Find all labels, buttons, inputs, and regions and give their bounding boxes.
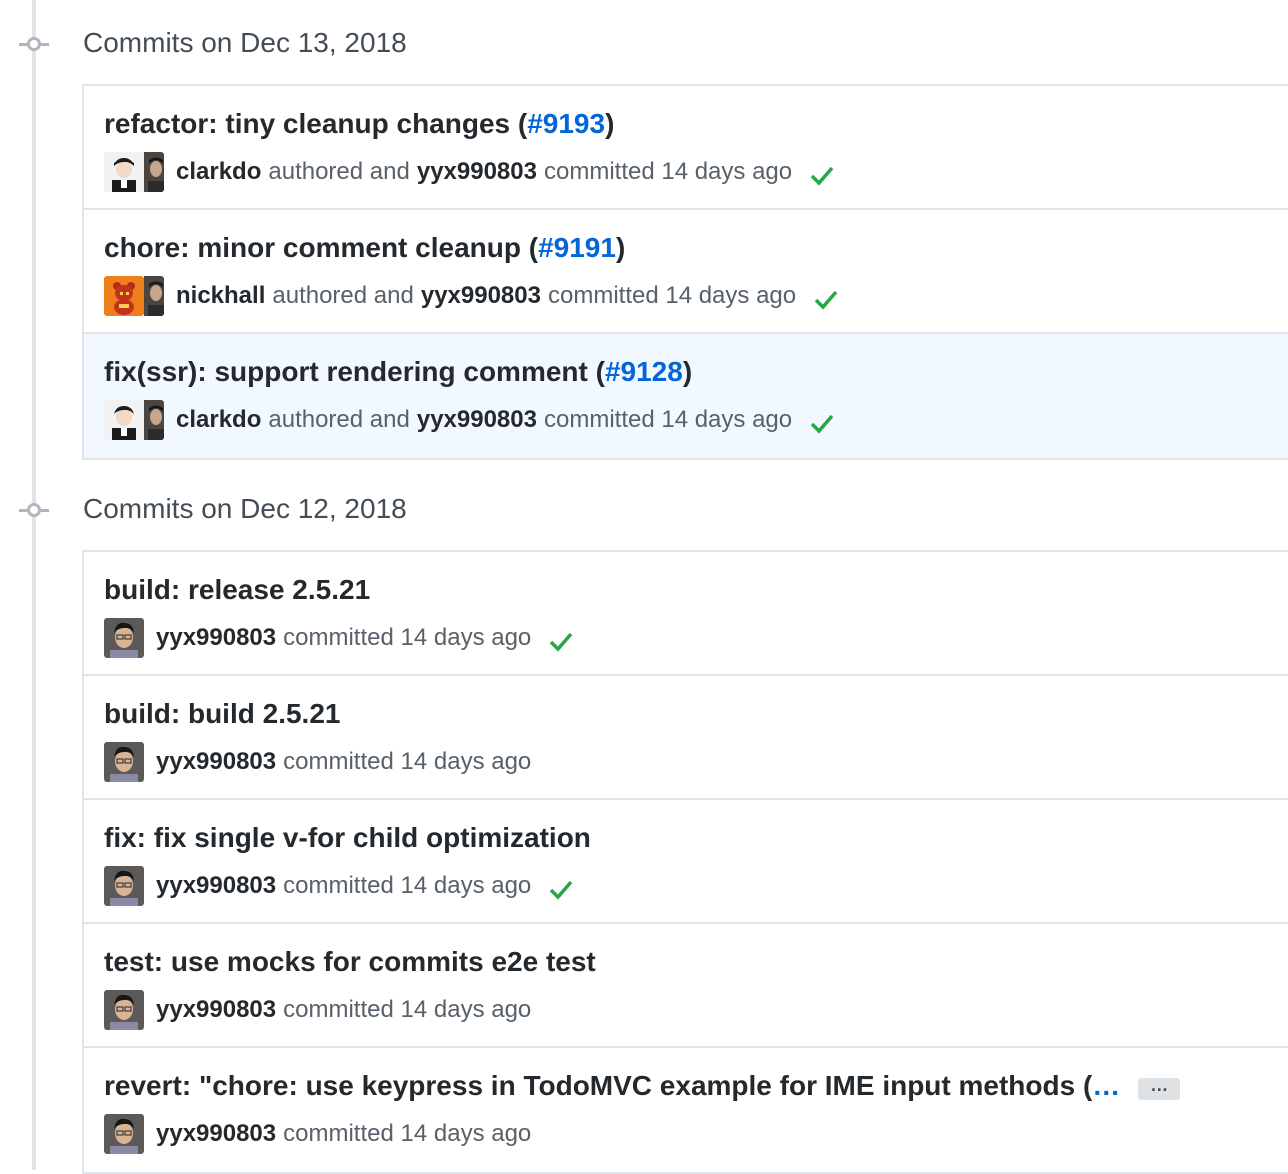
commit-list: refactor: tiny cleanup changes (#9193) c… xyxy=(82,84,1288,460)
commit-message-end: ) xyxy=(605,108,615,139)
pr-link[interactable]: #9193 xyxy=(527,108,605,139)
avatar-stack[interactable] xyxy=(104,400,164,440)
pr-link[interactable]: #9191 xyxy=(538,232,616,263)
committed-label: committed 14 days ago xyxy=(283,1120,532,1147)
commit-item: chore: minor comment cleanup (#9191) nic… xyxy=(84,210,1288,334)
commit-attribution: yyx990803 committed 14 days ago xyxy=(156,624,574,652)
avatar-nickhall[interactable] xyxy=(104,276,144,316)
avatar-stack[interactable] xyxy=(104,618,144,658)
committed-label: committed 14 days ago xyxy=(283,872,532,899)
commit-meta: yyx990803 committed 14 days ago xyxy=(104,1114,538,1154)
commit-item: fix(ssr): support rendering comment (#91… xyxy=(84,334,1288,458)
commit-meta: yyx990803 committed 14 days ago xyxy=(104,742,538,782)
check-icon[interactable] xyxy=(548,876,574,902)
commit-group-title: Commits on Dec 12, 2018 xyxy=(83,493,407,524)
git-commit-icon xyxy=(19,37,49,51)
author-link[interactable]: nickhall xyxy=(176,282,265,310)
commit-attribution: clarkdo authored and yyx990803 committed… xyxy=(176,406,835,434)
commit-meta: nickhall authored and yyx990803 committe… xyxy=(104,276,839,316)
commit-meta: yyx990803 committed 14 days ago xyxy=(104,866,574,906)
pr-link[interactable]: #9128 xyxy=(605,356,683,387)
committer-link[interactable]: yyx990803 xyxy=(156,1120,276,1148)
timeline-line xyxy=(32,0,36,1170)
commit-attribution: yyx990803 committed 14 days ago xyxy=(156,996,538,1024)
commit-attribution: yyx990803 committed 14 days ago xyxy=(156,1120,538,1148)
committer-link[interactable]: yyx990803 xyxy=(421,282,541,310)
commit-message-truncated[interactable]: … xyxy=(1092,1070,1120,1101)
commit-title[interactable]: revert: "chore: use keypress in TodoMVC … xyxy=(104,1070,1181,1104)
commit-group-title: Commits on Dec 13, 2018 xyxy=(83,27,407,58)
committed-label: committed 14 days ago xyxy=(543,158,793,185)
committer-link[interactable]: yyx990803 xyxy=(417,158,537,186)
commit-title[interactable]: build: build 2.5.21 xyxy=(104,698,340,730)
check-icon[interactable] xyxy=(809,410,835,436)
author-link[interactable]: clarkdo xyxy=(176,406,261,434)
avatar-yyx990803[interactable] xyxy=(104,742,144,782)
commit-title[interactable]: fix(ssr): support rendering comment (#91… xyxy=(104,356,692,388)
commit-message[interactable]: fix(ssr): support rendering comment ( xyxy=(104,356,605,387)
commit-message-end: ) xyxy=(615,232,626,263)
avatar-yyx990803[interactable] xyxy=(104,618,144,658)
avatar-yyx990803-small[interactable] xyxy=(144,276,164,316)
commit-meta: yyx990803 committed 14 days ago xyxy=(104,618,574,658)
avatar-clarkdo[interactable] xyxy=(104,152,144,192)
avatar-yyx990803[interactable] xyxy=(104,990,144,1030)
avatar-stack[interactable] xyxy=(104,152,164,192)
commit-item: test: use mocks for commits e2e test yyx… xyxy=(84,924,1288,1048)
committed-label: committed 14 days ago xyxy=(547,282,797,309)
avatar-stack[interactable] xyxy=(104,742,144,782)
git-commit-icon xyxy=(19,503,49,517)
commit-title[interactable]: test: use mocks for commits e2e test xyxy=(104,946,596,978)
commit-title[interactable]: refactor: tiny cleanup changes (#9193) xyxy=(104,108,614,140)
commit-attribution: yyx990803 committed 14 days ago xyxy=(156,872,574,900)
committer-link[interactable]: yyx990803 xyxy=(156,748,276,776)
avatar-yyx990803-small[interactable] xyxy=(144,152,164,192)
avatar-clarkdo[interactable] xyxy=(104,400,144,440)
ellipsis-icon[interactable]: … xyxy=(1138,1076,1181,1100)
check-icon[interactable] xyxy=(809,162,835,188)
authored-label: authored and xyxy=(272,282,414,309)
commit-title[interactable]: chore: minor comment cleanup (#9191) xyxy=(104,232,625,264)
committed-label: committed 14 days ago xyxy=(543,406,793,433)
committer-link[interactable]: yyx990803 xyxy=(156,872,276,900)
avatar-stack[interactable] xyxy=(104,1114,144,1154)
commit-timeline: Commits on Dec 13, 2018 refactor: tiny c… xyxy=(0,0,1288,1174)
avatar-yyx990803-small[interactable] xyxy=(144,400,164,440)
commit-attribution: nickhall authored and yyx990803 committe… xyxy=(176,282,839,310)
commit-meta: yyx990803 committed 14 days ago xyxy=(104,990,538,1030)
commit-message[interactable]: chore: minor comment cleanup ( xyxy=(104,232,538,263)
commit-list: build: release 2.5.21 yyx990803 committe… xyxy=(82,550,1288,1174)
commit-attribution: clarkdo authored and yyx990803 committed… xyxy=(176,158,835,186)
commit-message[interactable]: revert: "chore: use keypress in TodoMVC … xyxy=(104,1070,1092,1101)
commit-message-end: ) xyxy=(682,356,693,387)
authored-label: authored and xyxy=(268,158,410,185)
commit-item: fix: fix single v-for child optimization xyxy=(84,800,1288,924)
commit-item: build: build 2.5.21 yyx990803 committed … xyxy=(84,676,1288,800)
avatar-yyx990803[interactable] xyxy=(104,1114,144,1154)
commit-message[interactable]: refactor: tiny cleanup changes ( xyxy=(104,108,527,139)
commit-meta: clarkdo authored and yyx990803 committed… xyxy=(104,400,835,440)
avatar-stack[interactable] xyxy=(104,276,164,316)
check-icon[interactable] xyxy=(548,628,574,654)
avatar-yyx990803[interactable] xyxy=(104,866,144,906)
committer-link[interactable]: yyx990803 xyxy=(156,624,276,652)
author-link[interactable]: clarkdo xyxy=(176,158,261,186)
committer-link[interactable]: yyx990803 xyxy=(156,996,276,1024)
avatar-stack[interactable] xyxy=(104,866,144,906)
commit-item: revert: "chore: use keypress in TodoMVC … xyxy=(84,1048,1288,1172)
check-icon[interactable] xyxy=(813,286,839,312)
committer-link[interactable]: yyx990803 xyxy=(417,406,537,434)
commit-attribution: yyx990803 committed 14 days ago xyxy=(156,748,538,776)
committed-label: committed 14 days ago xyxy=(283,996,532,1023)
committed-label: committed 14 days ago xyxy=(283,624,532,651)
commit-title[interactable]: fix: fix single v-for child optimization xyxy=(104,822,591,854)
commit-item: refactor: tiny cleanup changes (#9193) c… xyxy=(84,86,1288,210)
authored-label: authored and xyxy=(268,406,410,433)
avatar-stack[interactable] xyxy=(104,990,144,1030)
commit-item: build: release 2.5.21 yyx990803 committe… xyxy=(84,552,1288,676)
commit-title[interactable]: build: release 2.5.21 xyxy=(104,574,370,606)
committed-label: committed 14 days ago xyxy=(283,748,532,775)
commit-meta: clarkdo authored and yyx990803 committed… xyxy=(104,152,835,192)
